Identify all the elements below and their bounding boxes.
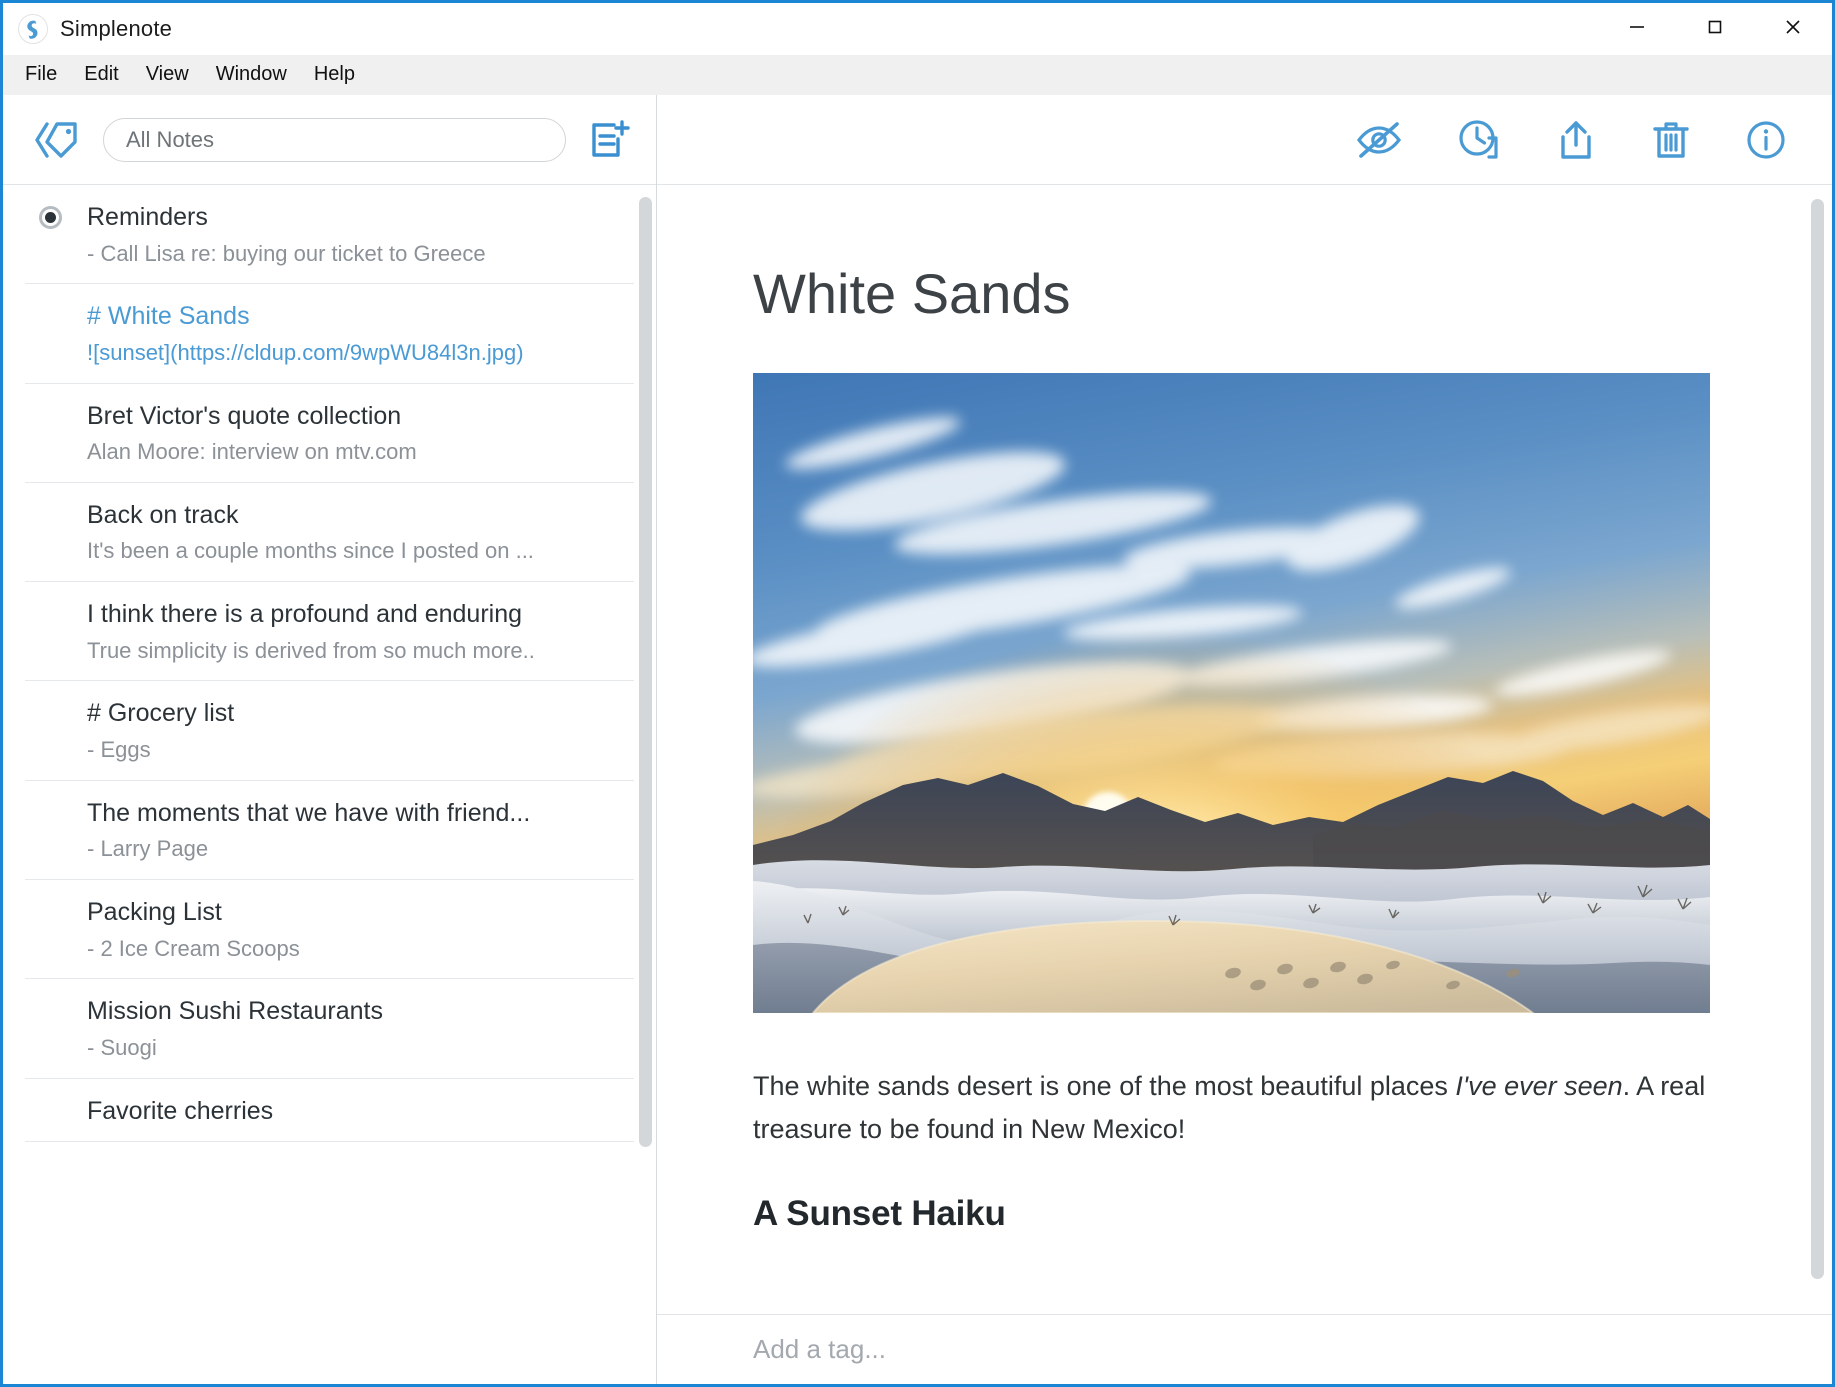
- note-preview: - 2 Ice Cream Scoops: [87, 934, 606, 965]
- search-input[interactable]: [126, 127, 543, 153]
- note-title: The moments that we have with friend...: [87, 797, 606, 830]
- app-title: Simplenote: [60, 16, 172, 42]
- note-preview: - Larry Page: [87, 834, 606, 865]
- note-title: I think there is a profound and enduring: [87, 598, 606, 631]
- maximize-icon: [1704, 16, 1726, 43]
- close-icon: [1782, 16, 1804, 43]
- list-item[interactable]: Mission Sushi Restaurants - Suogi: [25, 979, 634, 1078]
- note-title: Mission Sushi Restaurants: [87, 995, 606, 1028]
- simplenote-logo-icon: [18, 14, 48, 44]
- new-note-icon[interactable]: [588, 119, 630, 161]
- close-button[interactable]: [1754, 3, 1832, 55]
- note-subheading: A Sunset Haiku: [753, 1194, 1712, 1234]
- trash-icon[interactable]: [1650, 118, 1692, 162]
- menu-item-help[interactable]: Help: [302, 60, 367, 89]
- menu-item-file[interactable]: File: [13, 60, 69, 89]
- note-editor-pane: White Sands: [657, 95, 1832, 1384]
- minimize-button[interactable]: [1598, 3, 1676, 55]
- menu-item-edit[interactable]: Edit: [72, 60, 130, 89]
- maximize-button[interactable]: [1676, 3, 1754, 55]
- main-split: Reminders - Call Lisa re: buying our tic…: [3, 95, 1832, 1384]
- note-preview: - Eggs: [87, 735, 606, 766]
- list-item[interactable]: Favorite cherries: [25, 1079, 634, 1143]
- note-title: Favorite cherries: [87, 1095, 606, 1128]
- note-image: [753, 373, 1710, 1013]
- scrollbar-thumb[interactable]: [639, 197, 652, 1147]
- editor-toolbar: [657, 95, 1832, 185]
- info-icon[interactable]: [1744, 118, 1788, 162]
- list-item[interactable]: # Grocery list - Eggs: [25, 681, 634, 780]
- note-list-pane: Reminders - Call Lisa re: buying our tic…: [3, 95, 657, 1384]
- note-preview: It's been a couple months since I posted…: [87, 536, 606, 567]
- note-preview: - Suogi: [87, 1033, 606, 1064]
- note-editor[interactable]: White Sands: [657, 185, 1832, 1314]
- tag-icon[interactable]: [33, 120, 81, 160]
- history-icon[interactable]: [1456, 117, 1502, 163]
- eye-off-icon[interactable]: [1354, 119, 1404, 161]
- note-title: Bret Victor's quote collection: [87, 400, 606, 433]
- note-title: Reminders: [87, 201, 606, 234]
- scrollbar-thumb[interactable]: [1811, 199, 1824, 1279]
- note-preview: Alan Moore: interview on mtv.com: [87, 437, 606, 468]
- list-item[interactable]: # White Sands ![sunset](https://cldup.co…: [25, 284, 634, 383]
- tag-input[interactable]: [753, 1334, 1173, 1365]
- note-preview: True simplicity is derived from so much …: [87, 636, 606, 667]
- note-preview: ![sunset](https://cldup.com/9wpWU84l3n.j…: [87, 338, 606, 369]
- menu-bar: File Edit View Window Help: [3, 55, 1832, 95]
- editor-scrollbar[interactable]: [1810, 185, 1826, 1314]
- list-item[interactable]: Packing List - 2 Ice Cream Scoops: [25, 880, 634, 979]
- menu-item-window[interactable]: Window: [204, 60, 299, 89]
- note-list[interactable]: Reminders - Call Lisa re: buying our tic…: [3, 185, 656, 1384]
- app-window: Simplenote File Edit View Window: [0, 0, 1835, 1387]
- note-list-scrollbar[interactable]: [638, 185, 654, 1384]
- note-list-toolbar: [3, 95, 656, 185]
- title-bar: Simplenote: [3, 3, 1832, 55]
- tag-bar[interactable]: [657, 1314, 1832, 1384]
- search-box[interactable]: [103, 118, 566, 162]
- menu-item-view[interactable]: View: [134, 60, 201, 89]
- window-controls: [1598, 3, 1832, 55]
- list-item[interactable]: Back on track It's been a couple months …: [25, 483, 634, 582]
- list-item[interactable]: Bret Victor's quote collection Alan Moor…: [25, 384, 634, 483]
- minimize-icon: [1626, 16, 1648, 43]
- paragraph-text-start: The white sands desert is one of the mos…: [753, 1071, 1455, 1101]
- note-title: # Grocery list: [87, 697, 606, 730]
- note-title: # White Sands: [87, 300, 606, 333]
- list-item[interactable]: The moments that we have with friend... …: [25, 781, 634, 880]
- paragraph-text-italic: I've ever seen: [1455, 1071, 1622, 1101]
- note-title: Packing List: [87, 896, 606, 929]
- note-paragraph: The white sands desert is one of the mos…: [753, 1065, 1712, 1152]
- note-title: Back on track: [87, 499, 606, 532]
- list-item[interactable]: I think there is a profound and enduring…: [25, 582, 634, 681]
- share-icon[interactable]: [1554, 118, 1598, 162]
- list-item[interactable]: Reminders - Call Lisa re: buying our tic…: [25, 185, 634, 284]
- note-preview: - Call Lisa re: buying our ticket to Gre…: [87, 239, 606, 270]
- pin-indicator-icon: [39, 206, 62, 229]
- note-heading: White Sands: [753, 263, 1712, 325]
